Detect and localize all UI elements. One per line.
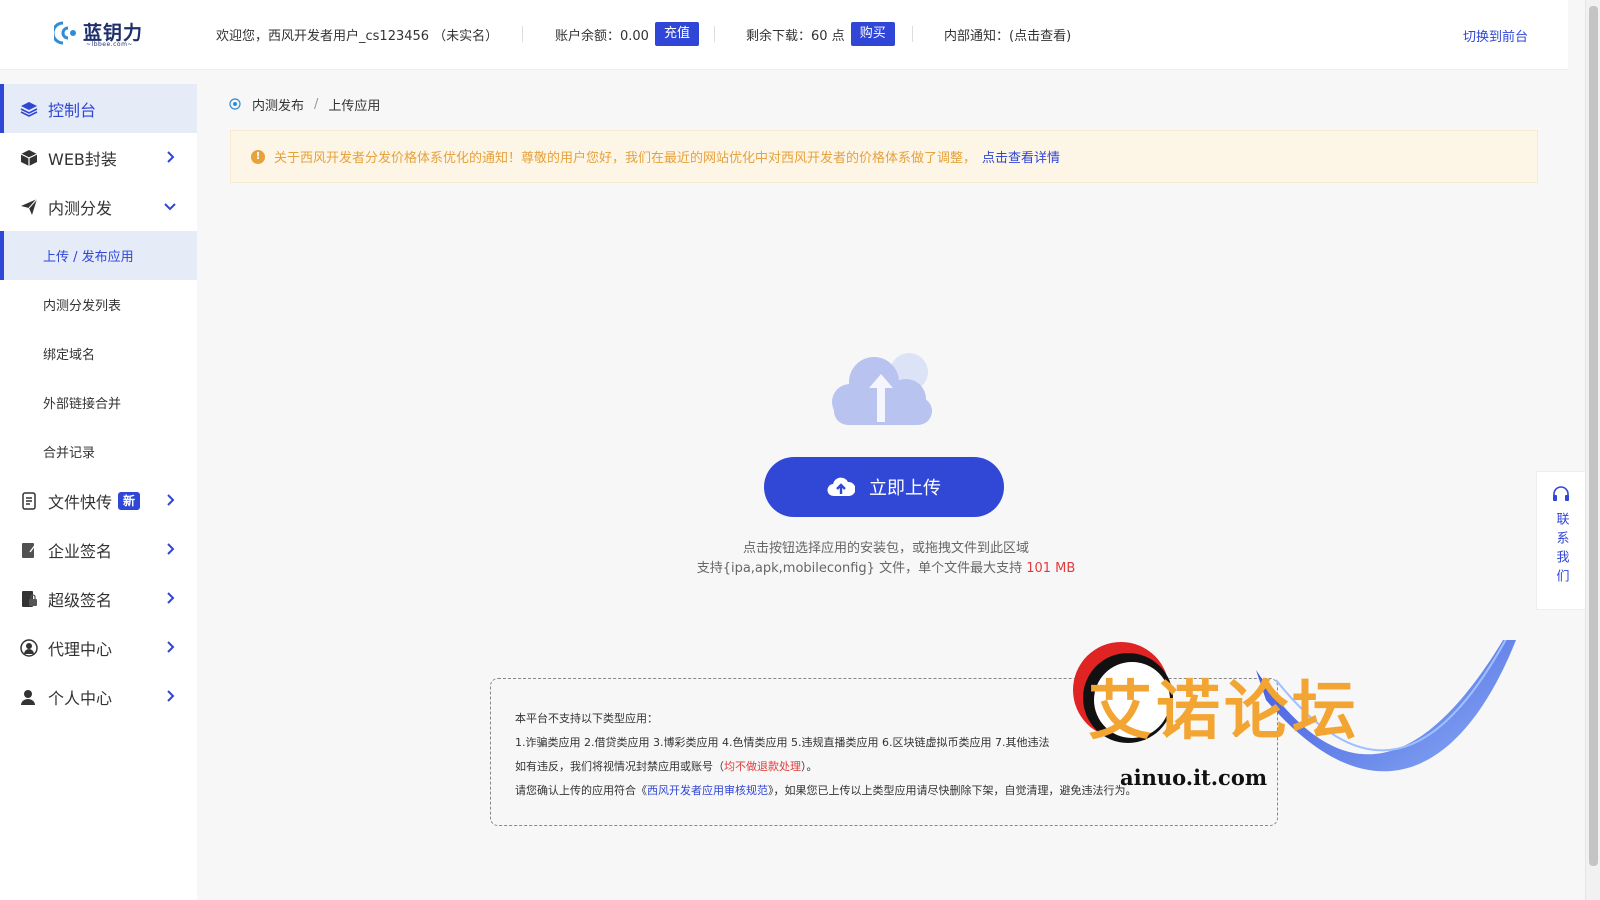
logo-icon [54, 21, 76, 45]
chevron-right-icon [167, 690, 175, 702]
logo-subtext: ~lbbee.com~ [86, 41, 133, 48]
sidebar-subitem-upload-publish[interactable]: 上传 / 发布应用 [0, 231, 197, 280]
switch-frontend-link[interactable]: 切换到前台 [1463, 26, 1528, 45]
notice-text: 关于西风开发者分发价格体系优化的通知！尊敬的用户您好，我们在最近的网站优化中对西… [274, 151, 977, 166]
sidebar-item-label: 控制台 [48, 100, 97, 120]
page-scrollbar[interactable] [1585, 0, 1600, 900]
balance-group: 账户余额：0.00 充值 [555, 22, 699, 46]
upload-hint: 点击按钮选择应用的安装包，或拖拽文件到此区域 [742, 541, 1029, 556]
breadcrumb-item-current: 上传应用 [328, 99, 381, 114]
rules-violation-text: 如有违反，我们将视情况封禁应用或账号（ [515, 760, 724, 773]
sidebar-item-label: 超级签名 [48, 590, 113, 610]
sidebar-item-personal-center[interactable]: 个人中心 [0, 672, 197, 721]
chevron-down-icon [164, 203, 176, 211]
internal-notice-link[interactable]: 内部通知：(点击查看) [944, 25, 1071, 44]
file-size-limit: 101 MB [1026, 561, 1076, 576]
logo[interactable]: 蓝钥力 ~lbbee.com~ [54, 20, 144, 48]
sidebar-item-label: 个人中心 [48, 688, 113, 708]
chevron-right-icon [167, 592, 175, 604]
header-divider [714, 26, 715, 42]
balance-label: 账户余额：0.00 [555, 28, 649, 44]
sidebar-item-label: WEB封装 [48, 149, 117, 169]
location-pin-icon [229, 97, 241, 110]
chevron-right-icon [167, 151, 175, 163]
sidebar-item-console[interactable]: 控制台 [0, 84, 197, 133]
breadcrumb: 内测发布 / 上传应用 [228, 95, 380, 114]
upload-now-button[interactable]: 立即上传 [764, 457, 1004, 517]
top-header: 蓝钥力 ~lbbee.com~ 欢迎您，西风开发者用户_cs123456 （未实… [0, 0, 1568, 70]
breadcrumb-separator: / [314, 97, 319, 112]
welcome-text: 欢迎您，西风开发者用户_cs123456 （未实名） [216, 29, 499, 44]
lock-document-icon [20, 590, 38, 608]
upload-button-label: 立即上传 [869, 478, 941, 499]
notice-banner: ! 关于西风开发者分发价格体系优化的通知！尊敬的用户您好，我们在最近的网站优化中… [230, 130, 1538, 183]
header-divider [522, 26, 523, 42]
no-refund-note: 均不做退款处理 [724, 760, 801, 773]
logo-text: 蓝钥力 [83, 22, 144, 44]
buy-button[interactable]: 购买 [850, 22, 895, 46]
file-icon [20, 491, 38, 510]
cloud-upload-icon [827, 477, 855, 497]
sidebar-subitem-link-merge[interactable]: 外部链接合并 [0, 378, 197, 427]
sidebar-item-file-transfer[interactable]: 文件快传 新 [0, 476, 197, 525]
rules-violation-suffix: ）。 [801, 760, 818, 773]
rules-confirm-text: 请您确认上传的应用符合《 [515, 784, 647, 797]
sidebar-subitem-bind-domain[interactable]: 绑定域名 [0, 329, 197, 378]
notice-details-link[interactable]: 点击查看详情 [982, 147, 1060, 166]
warning-icon: ! [251, 149, 265, 164]
contact-us-float[interactable]: 联系我们 [1536, 471, 1585, 610]
user-icon [20, 688, 38, 706]
paper-plane-icon [20, 198, 38, 216]
sidebar-item-agent-center[interactable]: 代理中心 [0, 623, 197, 672]
contact-us-label: 联系我们 [1553, 512, 1569, 588]
chevron-right-icon [167, 641, 175, 653]
sidebar-item-label: 代理中心 [48, 639, 113, 659]
sidebar-subitem-merge-records[interactable]: 合并记录 [0, 427, 197, 476]
cloud-upload-illustration-icon [832, 353, 932, 425]
sidebar-item-beta-distribution[interactable]: 内测分发 [0, 182, 197, 231]
chevron-right-icon [167, 494, 175, 506]
watermark-url: ainuo.it.com [1120, 765, 1268, 790]
headset-icon [1553, 486, 1569, 501]
file-types-text: 支持{ipa,apk,mobileconfig} 文件，单个文件最大支持 [696, 561, 1027, 576]
upload-file-types-hint: 支持{ipa,apk,mobileconfig} 文件，单个文件最大支持 101… [0, 557, 1600, 576]
new-badge: 新 [118, 491, 141, 510]
scrollbar-thumb[interactable] [1589, 6, 1598, 866]
sidebar-item-web-wrap[interactable]: WEB封装 [0, 133, 197, 182]
header-divider [912, 26, 913, 42]
agent-icon [20, 638, 38, 657]
sidebar-item-super-sign[interactable]: 超级签名 [0, 574, 197, 623]
breadcrumb-item[interactable]: 内测发布 [252, 95, 304, 114]
review-guidelines-link[interactable]: 西风开发者应用审核规范 [647, 784, 768, 797]
sidebar-item-label: 文件快传 [48, 492, 113, 512]
layers-icon [20, 100, 38, 118]
downloads-group: 剩余下载：60 点 购买 [746, 22, 895, 46]
downloads-label: 剩余下载：60 点 [746, 28, 845, 44]
sidebar: 控制台 WEB封装 内测分发 上传 / 发布应用 内测分发列表 绑定域名 外部链… [0, 84, 197, 900]
sidebar-subitem-beta-list[interactable]: 内测分发列表 [0, 280, 197, 329]
sidebar-item-label: 内测分发 [48, 198, 113, 218]
watermark-text: 艾诺论坛 [1088, 675, 1360, 749]
recharge-button[interactable]: 充值 [654, 22, 699, 46]
cube-icon [20, 149, 38, 167]
